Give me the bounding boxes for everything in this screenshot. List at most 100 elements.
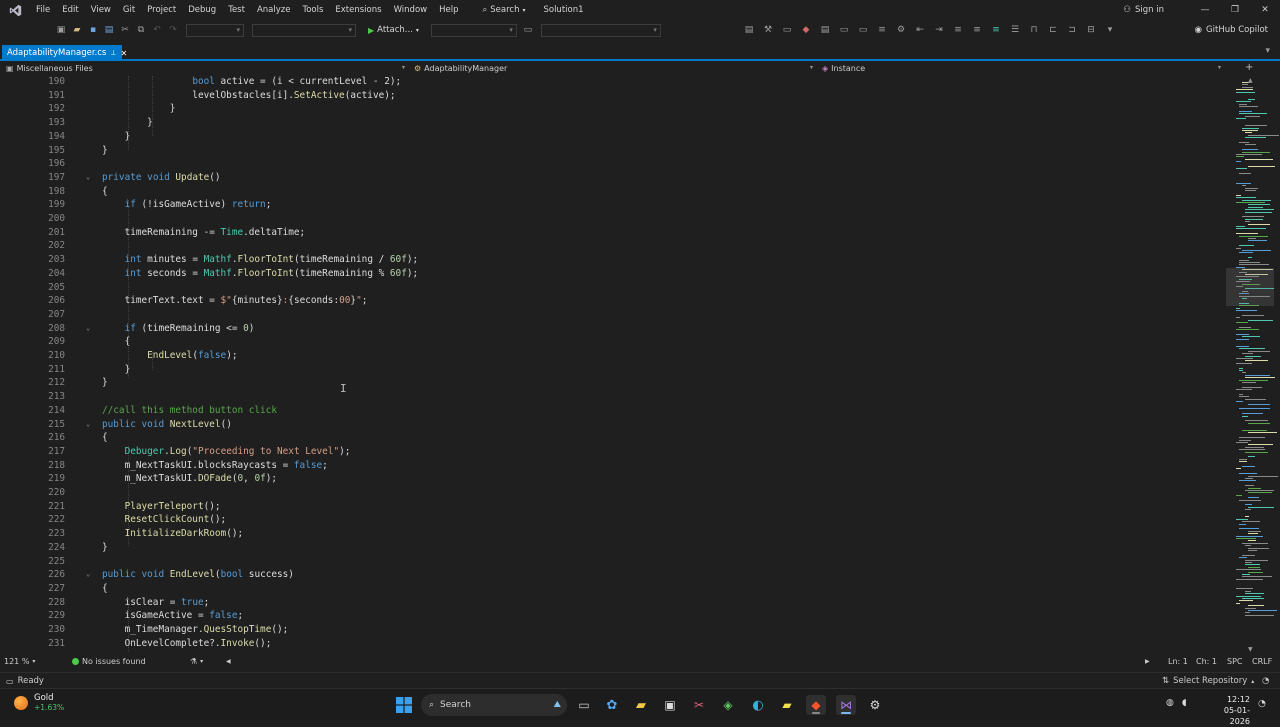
tab-adaptability-manager[interactable]: AdaptabilityManager.cs ⊥ ✕ <box>2 45 127 61</box>
line-ending-indicator[interactable]: CRLF <box>1252 655 1272 668</box>
code-line[interactable]: 195} <box>0 144 1226 158</box>
copy-icon[interactable]: ⧉ <box>134 23 148 37</box>
chevron-down-icon[interactable]: ▾ <box>1218 64 1221 71</box>
code-line[interactable]: 224} <box>0 541 1226 555</box>
code-line[interactable]: 220 <box>0 486 1226 500</box>
code-line[interactable]: 225 <box>0 555 1226 569</box>
bookmark-toggle-icon[interactable]: ⊓ <box>1027 23 1041 37</box>
code-line[interactable]: 215 ⌄ public void NextLevel() <box>0 418 1226 432</box>
scroll-down-icon[interactable]: ▼ <box>1248 646 1253 653</box>
list-icon[interactable]: ☰ <box>1008 23 1022 37</box>
code-line[interactable]: 206 timerText.text = $"{minutes}:{second… <box>0 294 1226 308</box>
overflow-icon[interactable]: ▾ <box>1103 23 1117 37</box>
code-line[interactable]: 227 { <box>0 582 1226 596</box>
menu-item-tools[interactable]: Tools <box>296 0 329 20</box>
format-icon[interactable]: ≡ <box>875 23 889 37</box>
attach-button[interactable]: ▶ Attach... ▾ <box>368 25 419 35</box>
toolbox-icon[interactable]: ▭ <box>780 23 794 37</box>
layout-icon[interactable]: ▭ <box>521 23 535 37</box>
code-line[interactable]: 208 ⌄ if (timeRemaining <= 0) <box>0 322 1226 336</box>
settings-icon[interactable]: ⚙ <box>894 23 908 37</box>
code-line[interactable]: 222 ResetClickCount(); <box>0 513 1226 527</box>
windows-start-icon[interactable] <box>394 695 414 715</box>
code-line[interactable]: 198 { <box>0 185 1226 199</box>
close-window-button[interactable]: ✕ <box>1250 0 1280 20</box>
code-line[interactable]: 214 //call this method button click <box>0 404 1226 418</box>
line-indicator[interactable]: Ln: 1 <box>1168 655 1188 668</box>
new-project-icon[interactable]: ▣ <box>54 23 68 37</box>
code-cleanup-button[interactable]: ⚗ ▾ <box>190 655 203 668</box>
code-line[interactable]: 199 if (!isGameActive) return; <box>0 198 1226 212</box>
zoom-dropdown[interactable]: 121 % ▾ <box>4 655 35 668</box>
code-line[interactable]: 212} <box>0 376 1226 390</box>
diagnostics-icon[interactable]: ◆ <box>799 23 813 37</box>
code-line[interactable]: 217 Debuger.Log("Proceeding to Next Leve… <box>0 445 1226 459</box>
code-line[interactable]: 201 timeRemaining -= Time.deltaTime; <box>0 226 1226 240</box>
platform-dropdown[interactable]: ▾ <box>252 23 356 37</box>
code-line[interactable]: 211 } <box>0 363 1226 377</box>
code-line[interactable]: 229 isGameActive = false; <box>0 609 1226 623</box>
menu-item-debug[interactable]: Debug <box>182 0 222 20</box>
menu-item-extensions[interactable]: Extensions <box>329 0 387 20</box>
code-line[interactable]: 200 <box>0 212 1226 226</box>
code-line[interactable]: 197 ⌄ private void Update() <box>0 171 1226 185</box>
menu-item-git[interactable]: Git <box>117 0 141 20</box>
collapse-chevron-icon[interactable]: ⌄ <box>86 171 90 185</box>
bookmark-next-icon[interactable]: ⊐ <box>1065 23 1079 37</box>
solution-explorer-icon[interactable]: ▤ <box>742 23 756 37</box>
minimize-button[interactable]: — <box>1190 0 1220 20</box>
cut-icon[interactable]: ✂ <box>118 23 132 37</box>
redo-icon[interactable]: ↷ <box>166 23 180 37</box>
indent-icon[interactable]: ⇥ <box>932 23 946 37</box>
type-dropdown[interactable]: ⚙ AdaptabilityManager <box>414 62 507 75</box>
task-view-icon[interactable]: ▭ <box>574 695 594 715</box>
bookmark-prev-icon[interactable]: ⊏ <box>1046 23 1060 37</box>
menu-item-view[interactable]: View <box>85 0 117 20</box>
code-line[interactable]: 216 { <box>0 431 1226 445</box>
snipping-tool-icon[interactable]: ✂ <box>689 695 709 715</box>
code-line[interactable]: 230 m_TimeManager.QuesStopTime(); <box>0 623 1226 637</box>
code-line[interactable]: 203 int minutes = Mathf.FloorToInt(timeR… <box>0 253 1226 267</box>
code-line[interactable]: 231 OnLevelComplete?.Invoke(); <box>0 637 1226 651</box>
search-box[interactable]: ⌕ Search ▾ <box>474 5 533 15</box>
issues-indicator[interactable]: No issues found <box>72 655 146 668</box>
chevron-down-icon[interactable]: ▾ <box>810 64 813 71</box>
code-line[interactable]: 204 int seconds = Mathf.FloorToInt(timeR… <box>0 267 1226 281</box>
project-dropdown[interactable]: ▣ Miscellaneous Files <box>6 62 93 75</box>
code-line[interactable]: 192 } <box>0 102 1226 116</box>
code-line[interactable]: 221 PlayerTeleport(); <box>0 500 1226 514</box>
align-right-icon[interactable]: ≡ <box>970 23 984 37</box>
notification-bell-icon[interactable]: ◔ <box>1258 699 1266 709</box>
code-line[interactable]: 223 InitializeDarkRoom(); <box>0 527 1226 541</box>
outdent-icon[interactable]: ⇤ <box>913 23 927 37</box>
comment-icon[interactable]: ▭ <box>837 23 851 37</box>
sticky-notes-icon[interactable]: ▰ <box>777 695 797 715</box>
sign-in-button[interactable]: ⚇ Sign in <box>1123 5 1164 15</box>
toggle-comment-icon[interactable]: ≡ <box>989 23 1003 37</box>
undo-icon[interactable]: ↶ <box>150 23 164 37</box>
layout-dropdown[interactable]: ▾ <box>540 23 661 37</box>
collapse-chevron-icon[interactable]: ⌄ <box>86 568 90 582</box>
code-line[interactable]: 210 EndLevel(false); <box>0 349 1226 363</box>
code-line[interactable]: 209 { <box>0 335 1226 349</box>
collapse-chevron-icon[interactable]: ⌄ <box>86 322 90 336</box>
menu-item-project[interactable]: Project <box>141 0 182 20</box>
code-line[interactable]: 213 <box>0 390 1226 404</box>
file-explorer-icon[interactable]: ▰ <box>631 695 651 715</box>
code-line[interactable]: 218 m_NextTaskUI.blocksRaycasts = false; <box>0 459 1226 473</box>
code-line[interactable]: 194 } <box>0 130 1226 144</box>
restore-button[interactable]: ❐ <box>1220 0 1250 20</box>
bookmark-clear-icon[interactable]: ⊟ <box>1084 23 1098 37</box>
code-editor[interactable]: 190 bool active = (i < currentLevel - 2)… <box>0 76 1226 652</box>
whitespace-indicator[interactable]: SPC <box>1227 655 1243 668</box>
open-folder-icon[interactable]: ▰ <box>70 23 84 37</box>
column-indicator[interactable]: Ch: 1 <box>1196 655 1217 668</box>
code-line[interactable]: 228 isClear = true; <box>0 596 1226 610</box>
microsoft-store-icon[interactable]: ▣ <box>660 695 680 715</box>
minimap[interactable] <box>1226 76 1280 652</box>
configuration-dropdown[interactable]: ▾ <box>186 23 244 37</box>
edge-browser-icon[interactable]: ◐ <box>748 695 768 715</box>
scroll-right-icon[interactable]: ▶ <box>1145 655 1150 668</box>
code-line[interactable]: 191 levelObstacles[i].SetActive(active); <box>0 89 1226 103</box>
taskbar-search[interactable]: ⌕ Search ⛰ <box>421 694 567 716</box>
